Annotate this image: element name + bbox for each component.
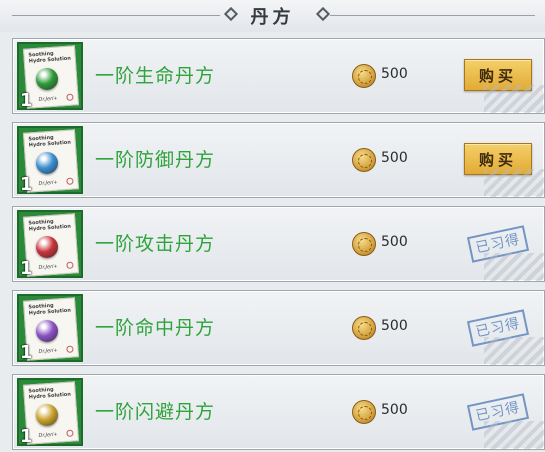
recipe-price: 500: [381, 318, 408, 334]
panel-title: 丹方: [250, 7, 295, 28]
pill-icon: [36, 404, 58, 426]
recipe-level: 1: [20, 174, 33, 195]
gold-coin-icon: [352, 232, 376, 256]
recipe-scroll-icon: Soothing Hydro Solution Dr.Jeri+ 1: [17, 126, 83, 195]
stamp-icon: [66, 177, 74, 185]
recipe-price: 500: [381, 234, 408, 250]
recipe-level: 1: [20, 342, 33, 363]
recipe-price: 500: [381, 402, 408, 418]
recipe-scroll-icon: Soothing Hydro Solution Dr.Jeri+ 1: [17, 294, 83, 363]
paper-signature: Dr.Jeri+: [38, 263, 58, 271]
learned-stamp: 已习得: [466, 393, 530, 431]
header-divider-right: [330, 15, 535, 16]
gold-coin-icon: [352, 148, 376, 172]
paper-signature: Dr.Jeri+: [38, 431, 58, 439]
pill-icon: [36, 320, 58, 342]
gold-coin-icon: [352, 316, 376, 340]
stamp-icon: [66, 261, 74, 269]
recipe-row: Soothing Hydro Solution Dr.Jeri+ 1 一阶命中丹…: [12, 290, 545, 366]
pill-icon: [36, 152, 58, 174]
paper-signature: Dr.Jeri+: [38, 95, 58, 103]
pill-icon: [36, 236, 58, 258]
learned-stamp: 已习得: [466, 225, 530, 263]
recipe-price: 500: [381, 150, 408, 166]
buy-button[interactable]: 购买: [464, 143, 532, 175]
recipe-level: 1: [20, 426, 33, 447]
buy-button[interactable]: 购买: [464, 59, 532, 91]
gold-coin-icon: [352, 400, 376, 424]
recipe-level: 1: [20, 90, 33, 111]
recipe-row: Soothing Hydro Solution Dr.Jeri+ 1 一阶防御丹…: [12, 122, 545, 198]
recipe-row: Soothing Hydro Solution Dr.Jeri+ 1 一阶生命丹…: [12, 38, 545, 114]
recipe-name: 一阶命中丹方: [95, 317, 216, 339]
recipe-scroll-icon: Soothing Hydro Solution Dr.Jeri+ 1: [17, 378, 83, 447]
recipe-name: 一阶闪避丹方: [95, 401, 216, 423]
stamp-icon: [66, 345, 74, 353]
recipe-name: 一阶攻击丹方: [95, 233, 216, 255]
stamp-icon: [66, 93, 74, 101]
paper-signature: Dr.Jeri+: [38, 179, 58, 187]
recipe-scroll-icon: Soothing Hydro Solution Dr.Jeri+ 1: [17, 210, 83, 279]
gold-coin-icon: [352, 64, 376, 88]
stamp-icon: [66, 429, 74, 437]
recipe-name: 一阶生命丹方: [95, 65, 216, 87]
paper-signature: Dr.Jeri+: [38, 347, 58, 355]
recipe-row: Soothing Hydro Solution Dr.Jeri+ 1 一阶闪避丹…: [12, 374, 545, 450]
recipe-name: 一阶防御丹方: [95, 149, 216, 171]
recipe-scroll-icon: Soothing Hydro Solution Dr.Jeri+ 1: [17, 42, 83, 111]
recipe-price: 500: [381, 66, 408, 82]
learned-stamp: 已习得: [466, 309, 530, 347]
pill-icon: [36, 68, 58, 90]
recipe-level: 1: [20, 258, 33, 279]
panel-header: 丹方: [0, 0, 545, 32]
recipe-row: Soothing Hydro Solution Dr.Jeri+ 1 一阶攻击丹…: [12, 206, 545, 282]
